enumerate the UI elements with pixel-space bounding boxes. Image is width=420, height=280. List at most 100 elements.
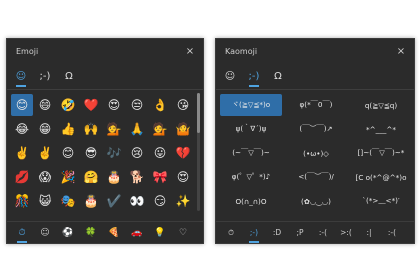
kaomoji-category-tab[interactable]: :-(: [383, 224, 401, 242]
close-icon[interactable]: ×: [183, 46, 197, 57]
emoji-cell[interactable]: 🎂: [103, 166, 125, 188]
emoji-cell[interactable]: 🎶: [103, 142, 125, 164]
emoji-cell[interactable]: ✔️: [103, 190, 125, 212]
kaomoji-cell[interactable]: O(∩_∩)O: [220, 190, 282, 212]
tab-kaomoji[interactable]: ;-): [37, 65, 53, 87]
kaomoji-panel: Kaomoji × ☺ ;-) Ω ヾ(≧▽≦*)o φ(*￣0￣) q(≧▽≦q)…: [215, 38, 415, 244]
emoji-tabs: ☺ ;-) Ω: [7, 63, 203, 87]
recent-icon[interactable]: ⏱: [13, 224, 31, 243]
emoji-cell[interactable]: 🎉: [57, 166, 79, 188]
emoji-cell[interactable]: 😘: [172, 94, 194, 116]
emoji-cell[interactable]: 😱: [34, 166, 56, 188]
kaomoji-cell[interactable]: ヾ(≧▽≦*)o: [220, 94, 282, 116]
kaomoji-titlebar: Kaomoji ×: [216, 39, 414, 63]
emoji-cell[interactable]: 😏: [149, 190, 171, 212]
kaomoji-cell[interactable]: <(￣︶￣)/: [285, 166, 347, 188]
emoji-cell[interactable]: 😁: [34, 118, 56, 140]
kaomoji-cell[interactable]: (￣︶￣)↗: [285, 118, 347, 140]
wink-icon: ;-): [248, 70, 260, 82]
kaomoji-panel-title: Kaomoji: [225, 46, 258, 56]
kaomoji-category-tab[interactable]: ;-): [245, 224, 263, 243]
emoji-cell[interactable]: 😛: [149, 142, 171, 164]
bulb-icon[interactable]: 💡: [151, 224, 169, 242]
kaomoji-category-tab[interactable]: :-(: [314, 224, 332, 242]
kaomoji-cell[interactable]: *^___^*: [350, 118, 412, 140]
emoji-cell[interactable]: 🐕: [126, 166, 148, 188]
emoji-category-bar: ⏱ ☺ ⚽ 🍀 🍕 🚗 💡 ♡: [7, 221, 203, 243]
scrollbar-thumb[interactable]: [197, 93, 200, 133]
emoji-cell[interactable]: 😊: [57, 142, 79, 164]
emoji-cell[interactable]: 🤷: [172, 118, 194, 140]
omega-icon: Ω: [274, 70, 282, 82]
kaomoji-grid: ヾ(≧▽≦*)o φ(*￣0￣) q(≧▽≦q) ψ(｀∇´)ψ (￣︶￣)↗ *^___…: [216, 94, 414, 212]
kaomoji-category-tab[interactable]: :|: [360, 224, 378, 242]
kaomoji-cell[interactable]: `(*>﹏<*)′: [350, 190, 412, 212]
emoji-cell[interactable]: ✌️: [11, 142, 33, 164]
tab-emoji[interactable]: ☺: [13, 65, 29, 87]
kaomoji-cell[interactable]: φ(゜▽゜*)♪: [220, 166, 282, 188]
heart-icon[interactable]: ♡: [174, 224, 192, 242]
tab-emoji[interactable]: ☺: [222, 65, 238, 87]
emoji-cell[interactable]: 🙌: [80, 118, 102, 140]
clover-icon[interactable]: 🍀: [82, 224, 100, 242]
emoji-cell[interactable]: 🤣: [57, 94, 79, 116]
emoji-cell[interactable]: 🤗: [80, 166, 102, 188]
emoji-cell[interactable]: 😍: [103, 94, 125, 116]
emoji-cell[interactable]: 😎: [80, 142, 102, 164]
emoji-cell[interactable]: 😒: [126, 94, 148, 116]
smiley-icon: ☺: [15, 70, 27, 82]
emoji-panel-title: Emoji: [16, 46, 39, 56]
kaomoji-cell[interactable]: []~(￣▽￣)~*: [350, 142, 412, 164]
kaomoji-cell[interactable]: φ(*￣0￣): [285, 94, 347, 116]
kaomoji-cell[interactable]: q(≧▽≦q): [350, 94, 412, 116]
emoji-cell[interactable]: 🎊: [11, 190, 33, 212]
emoji-cell[interactable]: 😄: [34, 94, 56, 116]
emoji-cell[interactable]: 🎭: [57, 190, 79, 212]
wink-icon: ;-): [39, 70, 51, 82]
emoji-cell[interactable]: 😂: [11, 118, 33, 140]
car-icon[interactable]: 🚗: [128, 224, 146, 242]
kaomoji-cell[interactable]: ψ(｀∇´)ψ: [220, 118, 282, 140]
kaomoji-category-tab[interactable]: >:(: [337, 224, 355, 242]
divider: [216, 89, 414, 90]
emoji-cell[interactable]: 😺: [34, 190, 56, 212]
emoji-cell[interactable]: ❤️: [80, 94, 102, 116]
divider: [7, 89, 203, 90]
emoji-cell[interactable]: ✌️: [34, 142, 56, 164]
food-icon[interactable]: 🍕: [105, 224, 123, 242]
emoji-cell[interactable]: 🙏: [126, 118, 148, 140]
emoji-cell[interactable]: 💔: [172, 142, 194, 164]
close-icon[interactable]: ×: [394, 46, 408, 57]
emoji-cell[interactable]: 💁: [103, 118, 125, 140]
emoji-panel: Emoji × ☺ ;-) Ω 😊 😄 🤣 ❤️ 😍 😒 👌 😘 😂 😁 👍 🙌 💁 🙏 💁 🤷 ✌️ ✌️ 😊 😎 🎶…: [6, 38, 204, 244]
emoji-cell[interactable]: 😢: [126, 142, 148, 164]
emoji-cell[interactable]: 🎂: [80, 190, 102, 212]
emoji-cell[interactable]: ✨: [172, 190, 194, 212]
kaomoji-category-tab[interactable]: ;P: [291, 224, 309, 242]
emoji-cell[interactable]: 👍: [57, 118, 79, 140]
tab-symbols[interactable]: Ω: [270, 65, 286, 87]
emoji-grid: 😊 😄 🤣 ❤️ 😍 😒 👌 😘 😂 😁 👍 🙌 💁 🙏 💁 🤷 ✌️ ✌️ 😊 😎 🎶 😢 😛 💔 💋 😱 🎉 🤗 🎂 🐕 🎀 😍 🎊 😺 🎭 🎂 ✔…: [7, 94, 203, 212]
scrollbar[interactable]: [197, 93, 200, 211]
emoji-cell[interactable]: 👀: [126, 190, 148, 212]
emoji-titlebar: Emoji ×: [7, 39, 203, 63]
emoji-cell[interactable]: 💁: [149, 118, 171, 140]
emoji-cell[interactable]: 🎀: [149, 166, 171, 188]
emoji-cell[interactable]: 😊: [11, 94, 33, 116]
emoji-cell[interactable]: 💋: [11, 166, 33, 188]
kaomoji-category-bar: ⏱ ;-) :D ;P :-( >:( :| :-(: [216, 221, 414, 243]
tab-kaomoji[interactable]: ;-): [246, 65, 262, 87]
recent-icon[interactable]: ⏱: [222, 224, 240, 242]
kaomoji-category-tab[interactable]: :D: [268, 224, 286, 242]
ball-icon[interactable]: ⚽: [59, 224, 77, 242]
smiley-icon[interactable]: ☺: [36, 224, 54, 242]
tab-symbols[interactable]: Ω: [61, 65, 77, 87]
kaomoji-cell[interactable]: (•ω•)◇: [285, 142, 347, 164]
emoji-cell[interactable]: 😍: [172, 166, 194, 188]
kaomoji-cell[interactable]: [C o(*^@^*)o: [350, 166, 412, 188]
emoji-cell[interactable]: 👌: [149, 94, 171, 116]
smiley-icon: ☺: [224, 70, 236, 82]
kaomoji-cell[interactable]: (~￣▽￣)~: [220, 142, 282, 164]
kaomoji-cell[interactable]: (✿◡‿◡): [285, 190, 347, 212]
omega-icon: Ω: [65, 70, 73, 82]
